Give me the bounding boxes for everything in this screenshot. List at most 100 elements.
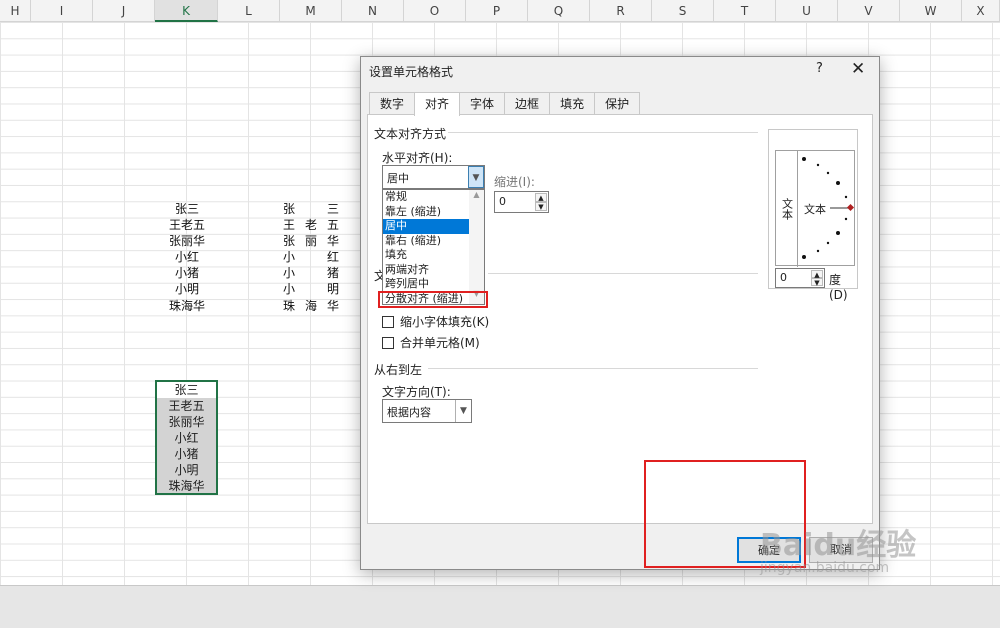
cell-m-name[interactable]: 王老五	[280, 217, 342, 233]
char: 王	[283, 218, 296, 232]
option-left-indent[interactable]: 靠左 (缩进)	[383, 205, 469, 220]
cell-k-name[interactable]: 珠海华	[156, 298, 218, 314]
char: 三	[326, 202, 339, 216]
horizontal-align-value: 居中	[387, 172, 409, 185]
tab-font[interactable]: 字体	[459, 92, 506, 115]
horizontal-align-dropdown[interactable]: 常规 靠左 (缩进) 居中 靠右 (缩进) 填充 两端对齐 跨列居中 分散对齐 …	[382, 189, 485, 305]
char: 海	[304, 299, 317, 313]
column-header-i[interactable]: I	[31, 0, 93, 22]
horizontal-align-select[interactable]: 居中 ▼	[382, 165, 485, 189]
column-header-j[interactable]: J	[93, 0, 155, 22]
checkbox-box[interactable]	[382, 336, 394, 349]
tab-number[interactable]: 数字	[369, 92, 416, 115]
cell-m-name[interactable]: 小明	[280, 281, 342, 297]
scroll-up-icon[interactable]: ▲	[469, 190, 484, 199]
indent-spinner[interactable]: 0 ▲ ▼	[494, 191, 549, 213]
cell-m-name[interactable]: 张丽华	[280, 233, 342, 249]
option-center[interactable]: 居中	[383, 219, 469, 234]
divider	[488, 273, 758, 274]
char: 老	[304, 218, 317, 232]
orientation-text: 文本	[804, 203, 826, 216]
column-header-w[interactable]: W	[900, 0, 962, 22]
column-header-k[interactable]: K	[155, 0, 218, 22]
column-header-m[interactable]: M	[280, 0, 342, 22]
char: 珠	[283, 299, 296, 313]
vertical-text-option[interactable]: 文本	[776, 151, 798, 267]
cell-k-name[interactable]: 小明	[156, 281, 218, 297]
tab-alignment[interactable]: 对齐	[414, 92, 461, 116]
degrees-spinner[interactable]: 0 ▲ ▼	[775, 268, 825, 288]
column-header-o[interactable]: O	[404, 0, 466, 22]
column-header-s[interactable]: S	[652, 0, 714, 22]
column-header-n[interactable]: N	[342, 0, 404, 22]
option-fill[interactable]: 填充	[383, 248, 469, 263]
cell-k-name[interactable]: 张丽华	[156, 233, 218, 249]
column-header-p[interactable]: P	[466, 0, 528, 22]
sheet-bottom-bar	[0, 585, 1000, 628]
shrink-to-fit-label: 缩小字体填充(K)	[400, 315, 490, 329]
checkbox-box[interactable]	[382, 315, 394, 328]
merge-cells-checkbox[interactable]: 合并单元格(M)	[382, 334, 480, 351]
char: 小	[283, 266, 296, 280]
cell-m-name[interactable]: 张三	[280, 201, 342, 217]
highlight-box	[378, 291, 488, 308]
column-header-q[interactable]: Q	[528, 0, 590, 22]
arrow-down-icon[interactable]: ▼	[535, 202, 547, 211]
column-header-h[interactable]: H	[0, 0, 31, 22]
chevron-down-icon[interactable]: ▼	[468, 166, 484, 188]
merge-cells-label: 合并单元格(M)	[400, 336, 480, 350]
text-direction-select[interactable]: 根据内容 ▼	[382, 399, 472, 423]
dial-point	[844, 217, 848, 221]
arrow-down-icon[interactable]: ▼	[811, 278, 823, 287]
char: 小	[283, 250, 296, 264]
close-icon[interactable]: ✕	[851, 59, 865, 79]
option-general[interactable]: 常规	[383, 190, 469, 205]
rtl-group-title: 从右到左	[374, 363, 423, 377]
cell-m-name[interactable]: 小红	[280, 249, 342, 265]
shrink-to-fit-checkbox[interactable]: 缩小字体填充(K)	[382, 313, 489, 330]
tab-protection[interactable]: 保护	[594, 92, 641, 115]
chevron-down-icon[interactable]: ▼	[455, 400, 471, 422]
option-center-across[interactable]: 跨列居中	[383, 277, 469, 292]
dial-point	[816, 163, 820, 167]
char: 猪	[326, 266, 339, 280]
cell-k-name[interactable]: 张三	[156, 201, 218, 217]
char: 华	[326, 299, 339, 313]
dial-handle[interactable]	[846, 203, 855, 212]
cell-k-name[interactable]: 小红	[156, 249, 218, 265]
cell-k-name[interactable]: 小猪	[156, 265, 218, 281]
dialog-title: 设置单元格格式	[369, 65, 454, 79]
spinner-arrows[interactable]: ▲ ▼	[535, 193, 547, 211]
indent-value: 0	[499, 195, 506, 208]
option-right-indent[interactable]: 靠右 (缩进)	[383, 234, 469, 249]
spinner-arrows[interactable]: ▲ ▼	[811, 270, 823, 287]
column-header-l[interactable]: L	[218, 0, 280, 22]
cell-m-name[interactable]: 小猪	[280, 265, 342, 281]
column-header-v[interactable]: V	[838, 0, 900, 22]
char: 张	[283, 234, 296, 248]
tab-border[interactable]: 边框	[504, 92, 551, 115]
column-header-x[interactable]: X	[962, 0, 1000, 22]
horizontal-label: 水平对齐(H):	[382, 151, 453, 165]
cell-k-name[interactable]: 王老五	[156, 217, 218, 233]
dial-point	[802, 255, 806, 259]
char: 五	[326, 218, 339, 232]
cell-m-name[interactable]: 珠海华	[280, 298, 342, 314]
tab-bar: 数字 对齐 字体 边框 填充 保护	[369, 92, 641, 116]
help-button[interactable]: ?	[816, 61, 823, 76]
column-header-r[interactable]: R	[590, 0, 652, 22]
text-direction-label: 文字方向(T):	[382, 385, 451, 399]
dial-point	[836, 181, 840, 185]
arrow-up-icon[interactable]: ▲	[811, 270, 823, 279]
degrees-value: 0	[780, 271, 787, 284]
indent-label: 缩进(I):	[494, 175, 535, 189]
column-header-t[interactable]: T	[714, 0, 776, 22]
tab-fill[interactable]: 填充	[549, 92, 596, 115]
dropdown-scrollbar[interactable]: ▲ ▼	[469, 190, 484, 304]
divider	[448, 132, 758, 133]
column-header-u[interactable]: U	[776, 0, 838, 22]
option-justify[interactable]: 两端对齐	[383, 263, 469, 278]
dial-point	[816, 249, 820, 253]
arrow-up-icon[interactable]: ▲	[535, 193, 547, 202]
column-header-bar: H I J K L M N O P Q R S T U V W X	[0, 0, 1000, 22]
